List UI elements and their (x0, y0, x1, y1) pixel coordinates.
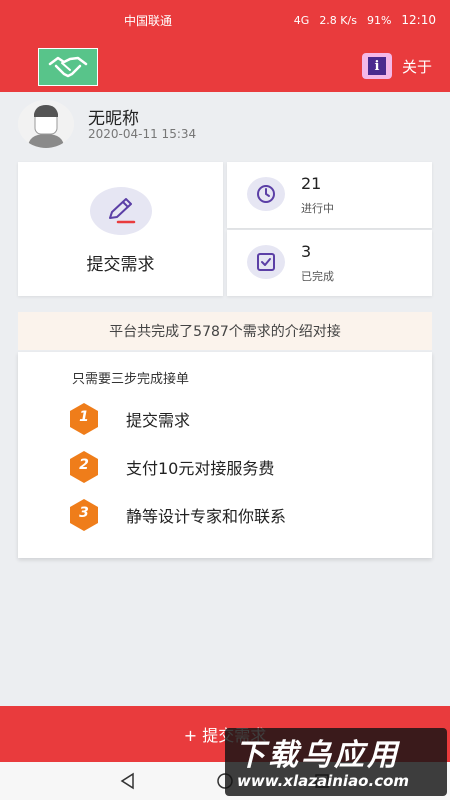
pencil-icon (90, 187, 152, 235)
completed-count: 3 (301, 242, 312, 261)
about-button[interactable]: i 关于 (361, 52, 432, 80)
steps-card: 只需要三步完成接单 1 提交需求 2 支付10元对接服务费 3 静等设计专家和你… (18, 352, 432, 558)
app-bar: i 关于 (0, 40, 450, 92)
in-progress-card[interactable]: 21 进行中 (227, 162, 432, 228)
handshake-icon (38, 48, 98, 86)
step-item: 3 静等设计专家和你联系 (68, 498, 286, 532)
step-text: 提交需求 (126, 411, 191, 430)
steps-title: 只需要三步完成接单 (72, 372, 190, 387)
clock-icon (247, 177, 285, 211)
step-item: 1 提交需求 (68, 402, 190, 436)
clock-time: 12:10 (401, 13, 436, 27)
watermark-url: www.xlazainiao.com (237, 772, 410, 790)
info-glyph: i (367, 57, 386, 75)
hexagon-badge-icon: 1 (68, 402, 100, 436)
battery-level: 91% (366, 13, 392, 27)
info-icon: i (361, 53, 392, 79)
step-number: 3 (79, 505, 89, 521)
hexagon-badge-icon: 3 (68, 498, 100, 532)
back-icon[interactable] (116, 769, 140, 793)
step-item: 2 支付10元对接服务费 (68, 450, 274, 484)
completion-banner: 平台共完成了5787个需求的介绍对接 (18, 312, 432, 350)
network-indicator: 4G (293, 13, 310, 27)
completed-label: 已完成 (301, 270, 334, 283)
network-speed: 2.8 K/s (319, 13, 357, 27)
user-name: 无昵称 (88, 109, 139, 129)
hexagon-badge-icon: 2 (68, 450, 100, 484)
step-number: 1 (79, 409, 89, 425)
avatar[interactable] (18, 100, 74, 148)
in-progress-count: 21 (301, 174, 322, 193)
step-text: 静等设计专家和你联系 (126, 507, 287, 526)
submit-request-card[interactable]: 提交需求 (18, 162, 223, 296)
watermark-title: 下载乌应用 (235, 738, 400, 773)
in-progress-label: 进行中 (301, 202, 334, 215)
user-timestamp: 2020-04-11 15:34 (88, 127, 197, 141)
status-bar: 中国联通 4G 2.8 K/s 91% 12:10 (0, 0, 450, 40)
step-text: 支付10元对接服务费 (126, 459, 275, 478)
watermark-logo: 下载乌应用 www.xlazainiao.com (225, 728, 447, 796)
step-number: 2 (79, 457, 89, 473)
completed-card[interactable]: 3 已完成 (227, 230, 432, 296)
submit-request-label: 提交需求 (86, 255, 155, 275)
checkbox-icon (247, 245, 285, 279)
about-label: 关于 (401, 57, 432, 76)
carrier-name: 中国联通 (124, 13, 173, 28)
